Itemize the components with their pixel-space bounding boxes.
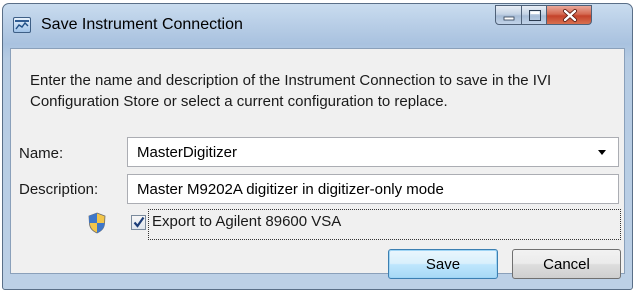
window-title: Save Instrument Connection xyxy=(41,16,243,33)
app-window-icon xyxy=(13,17,31,33)
export-checkbox[interactable] xyxy=(131,215,146,230)
description-label: Description: xyxy=(19,181,99,198)
minimize-button[interactable] xyxy=(495,5,522,25)
maximize-button[interactable] xyxy=(521,5,547,25)
name-combobox[interactable]: MasterDigitizer xyxy=(127,137,619,167)
maximize-icon xyxy=(529,10,541,21)
chevron-down-icon[interactable] xyxy=(598,150,606,155)
export-checkbox-label[interactable]: Export to Agilent 89600 VSA xyxy=(152,213,341,230)
uac-shield-icon xyxy=(88,212,106,234)
minimize-icon xyxy=(503,16,515,21)
instructions-text: Enter the name and description of the In… xyxy=(30,72,552,110)
save-button[interactable]: Save xyxy=(388,249,498,279)
close-icon xyxy=(563,9,577,22)
description-value[interactable]: Master M9202A digitizer in digitizer-onl… xyxy=(137,181,444,198)
name-label: Name: xyxy=(19,145,64,162)
description-field[interactable]: Master M9202A digitizer in digitizer-onl… xyxy=(127,174,619,204)
checkmark-icon xyxy=(133,216,145,228)
title-bar[interactable]: Save Instrument Connection xyxy=(3,4,632,48)
name-value[interactable]: MasterDigitizer xyxy=(137,144,237,161)
cancel-button[interactable]: Cancel xyxy=(512,249,621,279)
close-button[interactable] xyxy=(546,5,592,25)
